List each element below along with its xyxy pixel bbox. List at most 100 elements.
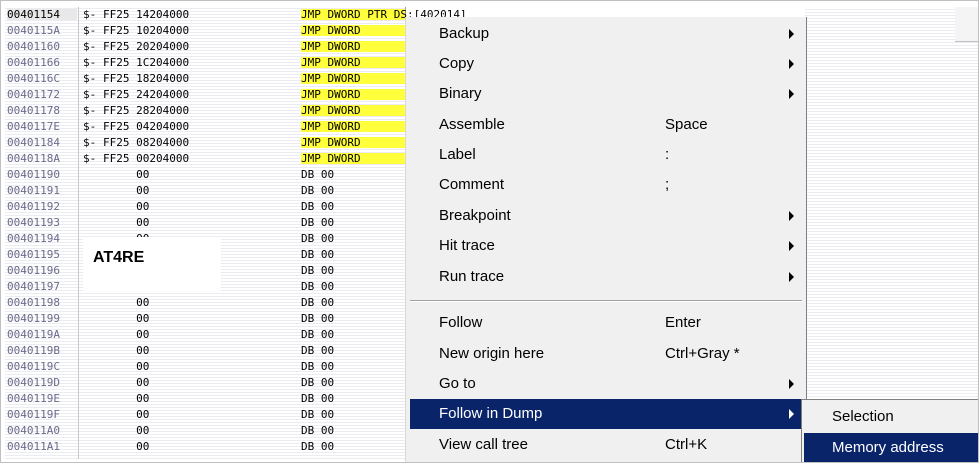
jump-marker: $- bbox=[83, 120, 97, 133]
menu-item-breakpoint[interactable]: Breakpoint bbox=[410, 201, 802, 231]
instruction-cell: DB 00 bbox=[301, 232, 335, 245]
menu-item-label: Run trace bbox=[439, 268, 505, 285]
instruction-cell: JMP DWORD bbox=[301, 137, 405, 148]
instruction-cell: DB 00 bbox=[301, 248, 335, 261]
instruction-cell: DB 00 bbox=[301, 344, 335, 357]
menu-item-assemble[interactable]: Assemble Space bbox=[410, 110, 802, 140]
menu-item-hit-trace[interactable]: Hit trace bbox=[410, 231, 802, 261]
jump-marker: $- bbox=[83, 136, 97, 149]
address-cell: 00401178 bbox=[7, 104, 60, 117]
menu-separator bbox=[410, 300, 802, 302]
instruction-cell: DB 00 bbox=[301, 264, 335, 277]
address-cell: 0040118A bbox=[7, 152, 60, 165]
instruction-cell: DB 00 bbox=[301, 392, 335, 405]
hex-dump-cell: 00 bbox=[103, 392, 150, 405]
hex-dump-cell: FF25 1C204000 bbox=[103, 56, 190, 69]
menu-item-label: Label bbox=[439, 146, 476, 163]
address-cell: 0040119D bbox=[7, 376, 60, 389]
submenu-arrow-icon bbox=[789, 29, 794, 39]
instruction-cell: DB 00 bbox=[301, 184, 335, 197]
hex-dump-cell: 00 bbox=[103, 168, 150, 181]
watermark: AT4RE bbox=[83, 237, 221, 291]
address-cell: 0040117E bbox=[7, 120, 60, 133]
menu-item-label: Breakpoint bbox=[439, 207, 511, 224]
address-cell: 004011A0 bbox=[7, 424, 60, 437]
address-cell: 0040119C bbox=[7, 360, 60, 373]
menu-item-new-origin-here[interactable]: New origin here Ctrl+Gray * bbox=[410, 339, 802, 369]
jump-marker: $- bbox=[83, 40, 97, 53]
menu-item-view-call-tree[interactable]: View call tree Ctrl+K bbox=[410, 430, 802, 460]
info-pane[interactable] bbox=[805, 7, 978, 462]
hex-dump-cell: 00 bbox=[103, 360, 150, 373]
hex-dump-cell: 00 bbox=[103, 376, 150, 389]
submenu-arrow-icon bbox=[789, 59, 794, 69]
hex-dump-cell: 00 bbox=[103, 216, 150, 229]
context-menu: Backup Copy Binary Assemble Space Label: Comme… bbox=[405, 17, 806, 462]
instruction-cell: JMP DWORD bbox=[301, 25, 405, 36]
menu-item-comment[interactable]: Comment; bbox=[410, 170, 802, 200]
menu-item-label: Hit trace bbox=[439, 237, 495, 254]
instruction-cell: DB 00 bbox=[301, 200, 335, 213]
address-cell: 00401199 bbox=[7, 312, 60, 325]
menu-item-label[interactable]: Label: bbox=[410, 140, 802, 170]
instruction-cell: DB 00 bbox=[301, 424, 335, 437]
hex-dump-cell: 00 bbox=[103, 344, 150, 357]
scrollbar-corner bbox=[955, 7, 978, 42]
submenu-item-selection[interactable]: Selection bbox=[804, 402, 978, 432]
instruction-cell: DB 00 bbox=[301, 360, 335, 373]
menu-item-label: Follow in Dump bbox=[439, 405, 543, 422]
instruction-cell: DB 00 bbox=[301, 216, 335, 229]
instruction-cell: DB 00 bbox=[301, 168, 335, 181]
hex-dump-cell: 00 bbox=[103, 328, 150, 341]
submenu-arrow-icon bbox=[789, 211, 794, 221]
menu-item-shortcut: ; bbox=[665, 176, 670, 193]
address-cell: 0040115A bbox=[7, 24, 60, 37]
jump-marker: $- bbox=[83, 56, 97, 69]
menu-item-shortcut: Ctrl+Gray * bbox=[665, 345, 740, 362]
menu-item-label: Follow bbox=[439, 314, 483, 331]
submenu-arrow-icon bbox=[789, 409, 794, 419]
instruction-cell: JMP DWORD bbox=[301, 89, 405, 100]
debugger-window: 00401154 $- FF25 14204000 JMP DWORD PTR DS:… bbox=[0, 0, 979, 463]
hex-dump-cell: 00 bbox=[103, 184, 150, 197]
disassembly-pane[interactable]: 00401154 $- FF25 14204000 JMP DWORD PTR DS:… bbox=[5, 7, 467, 459]
address-cell: 00401160 bbox=[7, 40, 60, 53]
instruction-cell: DB 00 bbox=[301, 296, 335, 309]
submenu-arrow-icon bbox=[789, 89, 794, 99]
hex-dump-cell: FF25 18204000 bbox=[103, 72, 190, 85]
menu-item-follow[interactable]: Follow Enter bbox=[410, 308, 802, 338]
jump-marker: $- bbox=[83, 104, 97, 117]
jump-marker: $- bbox=[83, 24, 97, 37]
address-cell: 0040119B bbox=[7, 344, 60, 357]
menu-item-binary[interactable]: Binary bbox=[410, 79, 802, 109]
submenu-item-memory-address[interactable]: Memory address bbox=[804, 433, 978, 462]
address-cell: 0040119F bbox=[7, 408, 60, 421]
address-cell: 00401194 bbox=[7, 232, 60, 245]
menu-item-shortcut: Enter bbox=[665, 314, 701, 331]
submenu-arrow-icon bbox=[789, 379, 794, 389]
hex-dump-cell: FF25 08204000 bbox=[103, 136, 190, 149]
menu-item-backup[interactable]: Backup bbox=[410, 19, 802, 49]
menu-item-follow-in-dump[interactable]: Follow in Dump bbox=[410, 399, 802, 429]
menu-item-shortcut: : bbox=[665, 146, 670, 163]
column-divider bbox=[78, 7, 79, 459]
hex-dump-cell: FF25 00204000 bbox=[103, 152, 190, 165]
menu-item-label: View call tree bbox=[439, 436, 528, 453]
menu-item-shortcut: Space bbox=[665, 116, 708, 133]
address-cell: 0040116C bbox=[7, 72, 60, 85]
jump-marker: $- bbox=[83, 88, 97, 101]
hex-dump-cell: FF25 20204000 bbox=[103, 40, 190, 53]
menu-item-go-to[interactable]: Go to bbox=[410, 369, 802, 399]
address-cell: 00401196 bbox=[7, 264, 60, 277]
hex-dump-cell: FF25 28204000 bbox=[103, 104, 190, 117]
menu-item-label: Copy bbox=[439, 55, 475, 72]
hex-dump-cell: 00 bbox=[103, 312, 150, 325]
menu-item-copy[interactable]: Copy bbox=[410, 49, 802, 79]
hex-dump-cell: 00 bbox=[103, 296, 150, 309]
address-cell: 00401190 bbox=[7, 168, 60, 181]
address-cell: 00401191 bbox=[7, 184, 60, 197]
menu-item-run-trace[interactable]: Run trace bbox=[410, 262, 802, 292]
submenu-arrow-icon bbox=[789, 272, 794, 282]
jump-marker: $- bbox=[83, 8, 97, 21]
address-cell: 00401197 bbox=[7, 280, 60, 293]
